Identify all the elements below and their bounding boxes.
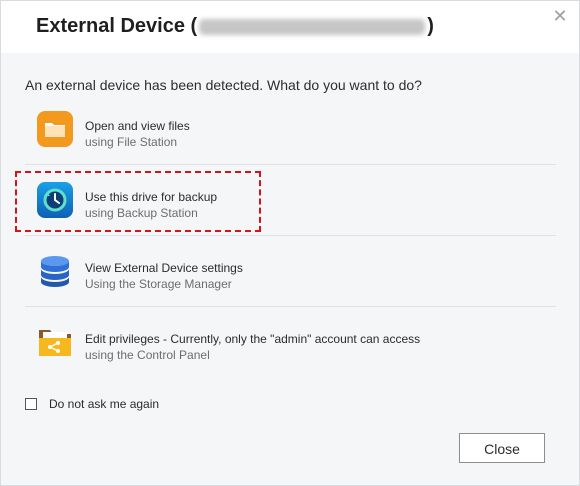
option-edit-privileges-title: Edit privileges - Currently, only the "a… [85, 332, 421, 346]
option-open-files-subtitle: using File Station [85, 135, 178, 149]
backup-clock-icon [37, 182, 73, 218]
divider [25, 164, 556, 165]
do-not-ask-again-label: Do not ask me again [49, 397, 160, 411]
option-use-for-backup-subtitle: using Backup Station [85, 206, 198, 220]
dialog-prompt: An external device has been detected. Wh… [25, 77, 422, 93]
close-button[interactable]: Close [459, 433, 545, 463]
option-edit-privileges[interactable]: Edit privileges - Currently, only the "a… [25, 308, 556, 378]
option-device-settings-title: View External Device settings [85, 261, 243, 275]
option-device-settings[interactable]: View External Device settings Using the … [25, 237, 556, 307]
do-not-ask-again-checkbox[interactable] [25, 398, 37, 410]
shared-folder-icon [37, 324, 73, 360]
divider [25, 306, 556, 307]
database-icon [37, 253, 73, 289]
folder-icon [37, 111, 73, 147]
option-use-for-backup-title: Use this drive for backup [85, 190, 218, 204]
option-edit-privileges-subtitle: using the Control Panel [85, 348, 210, 362]
close-icon[interactable]: ✕ [551, 7, 569, 25]
dialog-title: External Device ( ) [36, 15, 434, 38]
option-open-files[interactable]: Open and view files using File Station [25, 95, 556, 165]
external-device-dialog: External Device ( ) ✕ An external device… [0, 0, 580, 486]
option-open-files-title: Open and view files [85, 119, 190, 133]
dialog-title-suffix: ) [427, 15, 434, 37]
dialog-title-prefix: External Device ( [36, 15, 198, 37]
dialog-header: External Device ( ) ✕ [1, 1, 579, 53]
do-not-ask-again-row[interactable]: Do not ask me again [25, 397, 159, 411]
divider [25, 235, 556, 236]
option-device-settings-subtitle: Using the Storage Manager [85, 277, 232, 291]
option-use-for-backup[interactable]: Use this drive for backup using Backup S… [25, 166, 556, 236]
redacted-device-name [199, 18, 426, 35]
